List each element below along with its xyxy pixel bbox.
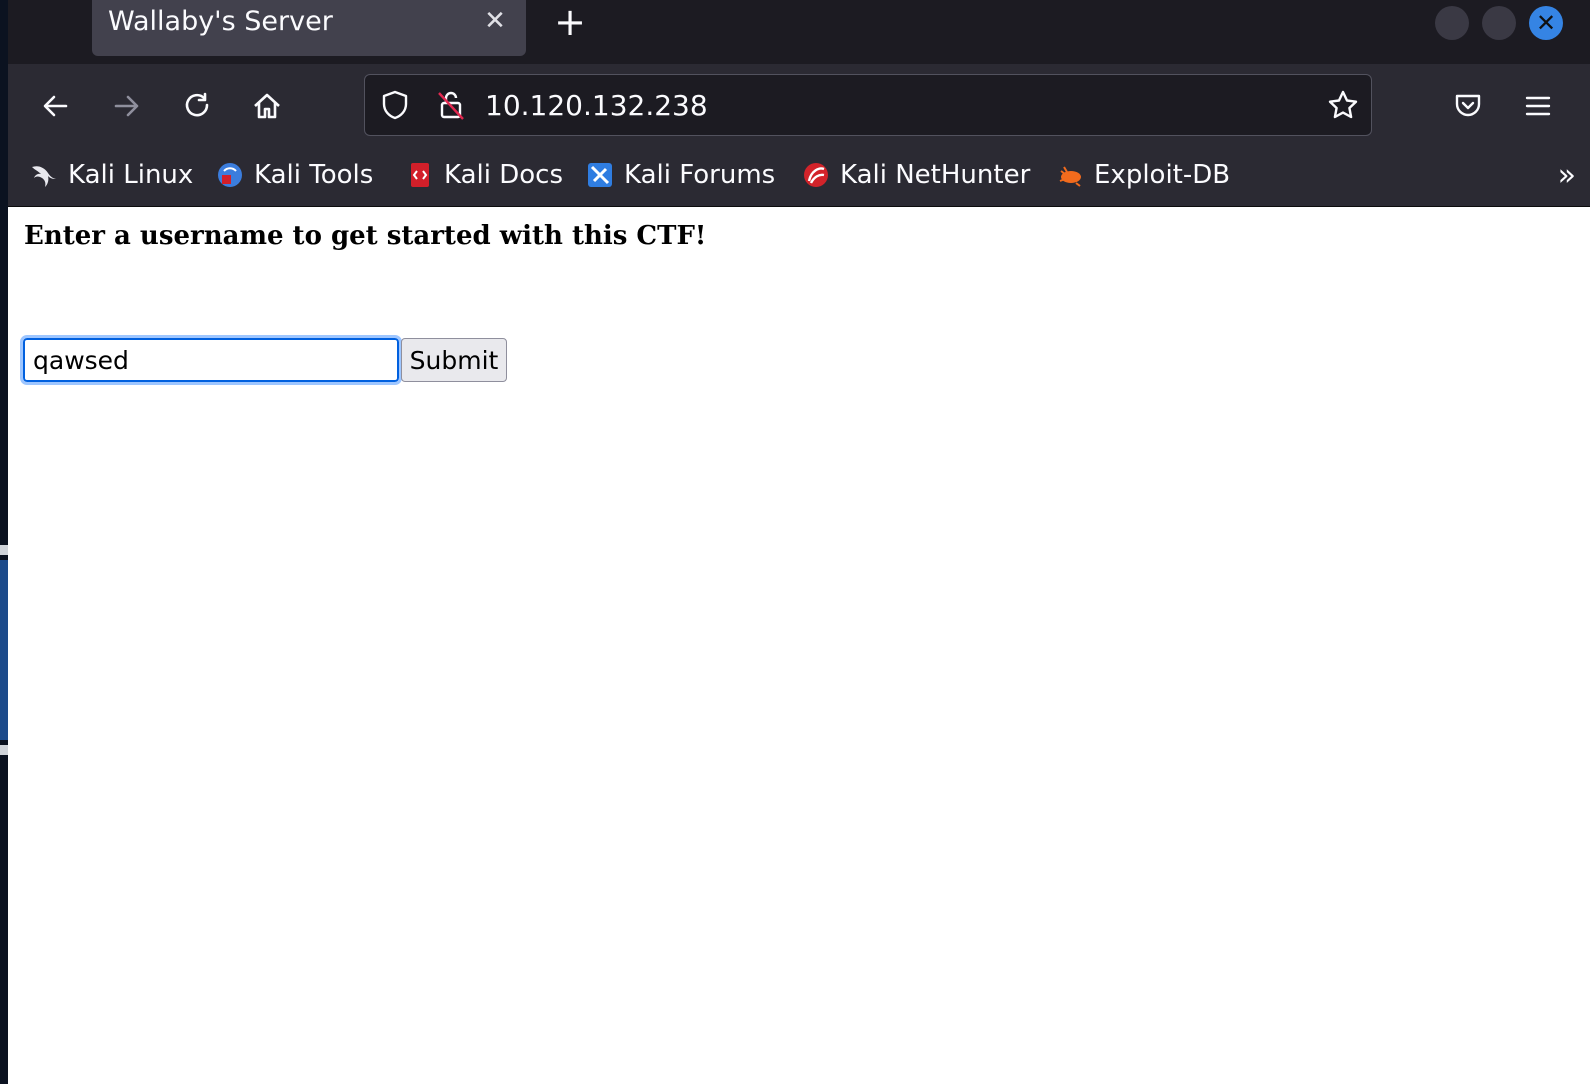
window-minimize-button[interactable] bbox=[1435, 6, 1469, 40]
bookmarks-toolbar: Kali Linux Kali Tools Kali Docs Kali For… bbox=[8, 146, 1590, 207]
back-button[interactable] bbox=[34, 84, 78, 128]
arrow-left-icon bbox=[43, 95, 68, 117]
desktop-tick bbox=[0, 745, 8, 755]
bookmark-kali-nethunter[interactable]: Kali NetHunter bbox=[802, 158, 1030, 192]
shield-icon[interactable] bbox=[379, 89, 411, 121]
new-tab-button[interactable]: + bbox=[552, 3, 588, 41]
bookmark-exploit-db[interactable]: Exploit-DB bbox=[1056, 158, 1230, 192]
star-icon[interactable] bbox=[1327, 89, 1359, 121]
kali-docs-icon bbox=[411, 163, 429, 187]
reload-button[interactable] bbox=[175, 84, 219, 128]
kali-forums-icon bbox=[588, 163, 612, 187]
browser-window: Wallaby's Server ✕ + ✕ 10.120.132.238 Ka… bbox=[8, 0, 1590, 1084]
pocket-button[interactable] bbox=[1446, 84, 1490, 128]
url-text[interactable]: 10.120.132.238 bbox=[485, 89, 708, 122]
page-content: Enter a username to get started with thi… bbox=[8, 207, 1590, 1084]
submit-button[interactable]: Submit bbox=[401, 338, 507, 382]
desktop-wallpaper-strip bbox=[0, 560, 8, 740]
navigation-toolbar: 10.120.132.238 bbox=[8, 64, 1590, 146]
bookmark-label: Kali Tools bbox=[254, 160, 374, 190]
exploit-db-icon bbox=[1059, 166, 1081, 187]
bookmark-kali-linux[interactable]: Kali Linux bbox=[30, 158, 193, 192]
bookmark-label: Exploit-DB bbox=[1094, 160, 1231, 190]
window-close-button[interactable]: ✕ bbox=[1529, 6, 1563, 40]
tab-close-icon[interactable]: ✕ bbox=[482, 8, 508, 34]
hamburger-menu-icon bbox=[1525, 96, 1551, 116]
bookmark-kali-forums[interactable]: Kali Forums bbox=[586, 158, 775, 192]
tab-bar: Wallaby's Server ✕ + ✕ bbox=[8, 0, 1590, 64]
bookmarks-overflow-button[interactable]: » bbox=[1558, 158, 1576, 193]
home-button[interactable] bbox=[245, 84, 289, 128]
bookmark-label: Kali Forums bbox=[624, 160, 776, 190]
bookmark-label: Kali Docs bbox=[444, 160, 564, 190]
home-icon bbox=[254, 93, 280, 119]
kali-nethunter-icon bbox=[804, 163, 828, 187]
kali-dragon-icon bbox=[32, 166, 56, 187]
bookmark-kali-docs[interactable]: Kali Docs bbox=[406, 158, 563, 192]
bookmark-label: Kali NetHunter bbox=[840, 160, 1031, 190]
desktop-edge bbox=[0, 0, 8, 1084]
insecure-lock-icon[interactable] bbox=[435, 89, 467, 121]
window-maximize-button[interactable] bbox=[1482, 6, 1516, 40]
page-heading: Enter a username to get started with thi… bbox=[24, 221, 707, 251]
pocket-icon bbox=[1455, 94, 1481, 117]
desktop-tick bbox=[0, 545, 8, 555]
kali-tools-icon bbox=[218, 163, 242, 187]
bookmark-label: Kali Linux bbox=[68, 160, 194, 190]
app-menu-button[interactable] bbox=[1516, 84, 1560, 128]
arrow-right-icon bbox=[114, 95, 139, 117]
forward-button[interactable] bbox=[104, 84, 148, 128]
bookmark-kali-tools[interactable]: Kali Tools bbox=[216, 158, 373, 192]
reload-icon bbox=[185, 92, 209, 117]
url-bar[interactable]: 10.120.132.238 bbox=[364, 74, 1372, 136]
username-input[interactable] bbox=[20, 335, 402, 385]
active-tab[interactable]: Wallaby's Server ✕ bbox=[92, 0, 526, 56]
tab-title: Wallaby's Server bbox=[108, 6, 333, 37]
